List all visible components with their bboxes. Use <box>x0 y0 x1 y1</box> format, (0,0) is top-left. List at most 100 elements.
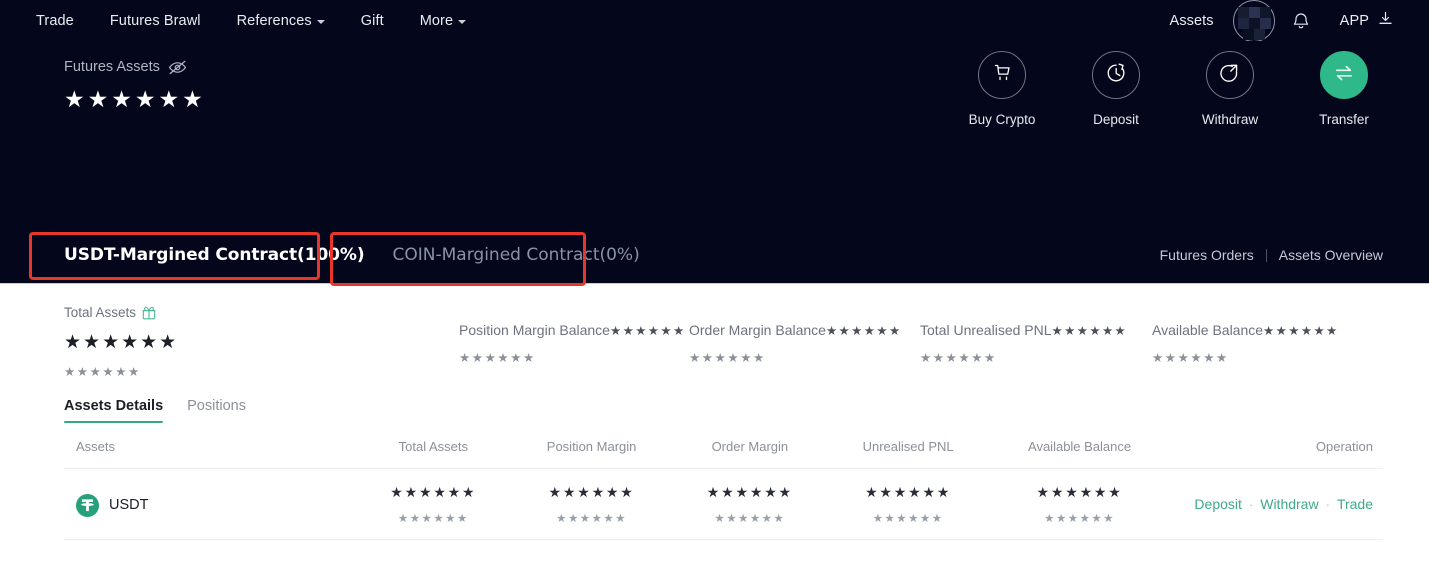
avatar-pixel <box>1237 6 1249 18</box>
nav-item-gift[interactable]: Gift <box>343 13 402 29</box>
assets-body: Total Assets ★★★★★★ ★★★★★★ Position Marg… <box>0 284 1429 540</box>
futures-assets-value: ★★★★★★ <box>64 87 206 113</box>
nav-app-label: APP <box>1339 12 1369 29</box>
op-trade-link[interactable]: Trade <box>1337 496 1373 512</box>
tab-coin-margined-contract[interactable]: COIN-Margined Contract(0%) <box>393 245 640 265</box>
eye-off-icon[interactable] <box>168 60 187 75</box>
link-futures-orders[interactable]: Futures Orders <box>1160 247 1254 263</box>
cell-value: ★★★★★★ <box>548 485 635 501</box>
cell-value: ★★★★★★ <box>1036 485 1123 501</box>
top-navigation-bar: Trade Futures Brawl References Gift More… <box>0 0 1429 43</box>
avatar[interactable] <box>1232 0 1276 43</box>
cell-sub-value: ★★★★★★ <box>872 511 944 525</box>
nav-item-app[interactable]: APP <box>1324 11 1393 30</box>
th-assets: Assets <box>76 439 116 454</box>
gift-box-icon[interactable] <box>142 306 156 320</box>
table-row: USDT ★★★★★★ ★★★★★★ ★★★★★★ ★★★★★★ ★★★★★★ … <box>64 469 1383 540</box>
table-body: USDT ★★★★★★ ★★★★★★ ★★★★★★ ★★★★★★ ★★★★★★ … <box>64 469 1383 540</box>
shopping-cart-icon <box>991 61 1014 89</box>
stat-label: Total Unrealised PNL <box>920 322 1052 338</box>
transfer-label: Transfer <box>1319 112 1369 127</box>
stat-sub-value: ★★★★★★ <box>689 350 766 365</box>
tab-assets-details[interactable]: Assets Details <box>64 398 164 423</box>
notification-bell-icon[interactable] <box>1292 11 1310 30</box>
asset-coin: USDT <box>76 493 354 517</box>
nav-item-label: References <box>236 12 312 29</box>
futures-assets-label: Futures Assets <box>64 59 160 75</box>
nav-item-futures-brawl[interactable]: Futures Brawl <box>92 13 219 29</box>
deposit-arrow-icon <box>1104 61 1128 90</box>
detail-tabs: Assets Details Positions <box>64 398 1383 423</box>
total-assets-value: ★★★★★★ <box>64 331 179 353</box>
th-position-margin: Position Margin <box>546 439 637 454</box>
nav-assets-label: Assets <box>1169 12 1214 29</box>
assets-table: Assets Total Assets Position Margin Orde… <box>64 439 1383 540</box>
cell-sub-value: ★★★★★★ <box>714 511 786 525</box>
cell-asset: USDT <box>64 469 354 540</box>
usdt-coin-icon <box>76 493 99 517</box>
cell-value: ★★★★★★ <box>390 485 477 501</box>
table-header-row: Assets Total Assets Position Margin Orde… <box>64 439 1383 469</box>
stat-value: ★★★★★★ <box>609 323 686 338</box>
deposit-circle <box>1092 51 1140 99</box>
op-deposit-link[interactable]: Deposit <box>1194 496 1241 512</box>
contract-tabs: USDT-Margined Contract(100%) COIN-Margin… <box>64 245 1383 265</box>
avatar-pixel <box>1248 17 1260 29</box>
th-order-margin: Order Margin <box>711 439 789 454</box>
hero-links: Futures Orders Assets Overview <box>1160 247 1383 263</box>
cell-sub-value: ★★★★★★ <box>397 511 469 525</box>
tab-positions[interactable]: Positions <box>187 398 246 423</box>
download-icon <box>1378 11 1393 30</box>
stat-label: Available Balance <box>1152 322 1264 338</box>
transfer-button[interactable]: Transfer <box>1305 51 1383 127</box>
avatar-pixel <box>1253 28 1265 40</box>
stat-value: ★★★★★★ <box>1051 323 1128 338</box>
nav-item-label: More <box>419 12 454 29</box>
cell-value: ★★★★★★ <box>706 485 793 501</box>
quick-actions: Buy Crypto Deposit Withdraw Transfer <box>963 51 1383 127</box>
nav-item-references[interactable]: References <box>219 13 343 29</box>
avatar-pixel <box>1237 17 1249 29</box>
nav-item-label: Gift <box>360 12 384 29</box>
nav-left-group: Trade Futures Brawl References Gift More <box>36 13 484 29</box>
avatar-pixel <box>1248 6 1260 18</box>
nav-item-label: Trade <box>36 12 74 29</box>
cell-order-margin: ★★★★★★ ★★★★★★ <box>671 469 829 540</box>
nav-item-assets[interactable]: Assets <box>1154 13 1230 29</box>
stat-value: ★★★★★★ <box>825 323 902 338</box>
cell-sub-value: ★★★★★★ <box>1044 511 1115 525</box>
th-operation: Operation <box>1315 439 1373 454</box>
total-assets-sub-value: ★★★★★★ <box>64 364 141 379</box>
stat-label: Position Margin Balance <box>459 322 610 338</box>
stat-sub-value: ★★★★★★ <box>459 350 536 365</box>
buy-crypto-button[interactable]: Buy Crypto <box>963 51 1041 127</box>
nav-item-trade[interactable]: Trade <box>36 13 92 29</box>
stat-sub-value: ★★★★★★ <box>920 350 997 365</box>
deposit-button[interactable]: Deposit <box>1077 51 1155 127</box>
transfer-circle <box>1320 51 1368 99</box>
cell-operation: Deposit · Withdraw · Trade <box>1172 469 1383 540</box>
withdraw-label: Withdraw <box>1201 112 1259 127</box>
asset-name: USDT <box>109 497 149 513</box>
nav-item-more[interactable]: More <box>402 13 484 29</box>
nav-item-label: Futures Brawl <box>109 12 201 29</box>
cell-value: ★★★★★★ <box>865 485 952 501</box>
withdraw-button[interactable]: Withdraw <box>1191 51 1269 127</box>
th-available-balance: Available Balance <box>1028 439 1132 454</box>
avatar-pixel <box>1259 6 1271 18</box>
th-total-assets: Total Assets <box>398 439 468 454</box>
stat-available-balance: Available Balance★★★★★★ ★★★★★★ <box>1152 322 1339 365</box>
op-withdraw-link[interactable]: Withdraw <box>1260 496 1318 512</box>
total-assets-label-group: Total Assets <box>64 305 178 320</box>
cell-unrealised-pnl: ★★★★★★ ★★★★★★ <box>829 469 987 540</box>
link-assets-overview[interactable]: Assets Overview <box>1279 247 1383 263</box>
nav-right-group: Assets APP <box>1154 0 1393 43</box>
avatar-pixel <box>1259 17 1271 29</box>
table-header: Assets Total Assets Position Margin Orde… <box>64 439 1383 469</box>
withdraw-circle <box>1206 51 1254 99</box>
tab-usdt-margined-contract[interactable]: USDT-Margined Contract(100%) <box>64 245 365 265</box>
cell-sub-value: ★★★★★★ <box>556 511 628 525</box>
separator-dot: · <box>1325 496 1330 512</box>
deposit-label: Deposit <box>1093 112 1139 127</box>
cell-total-assets: ★★★★★★ ★★★★★★ <box>354 469 512 540</box>
